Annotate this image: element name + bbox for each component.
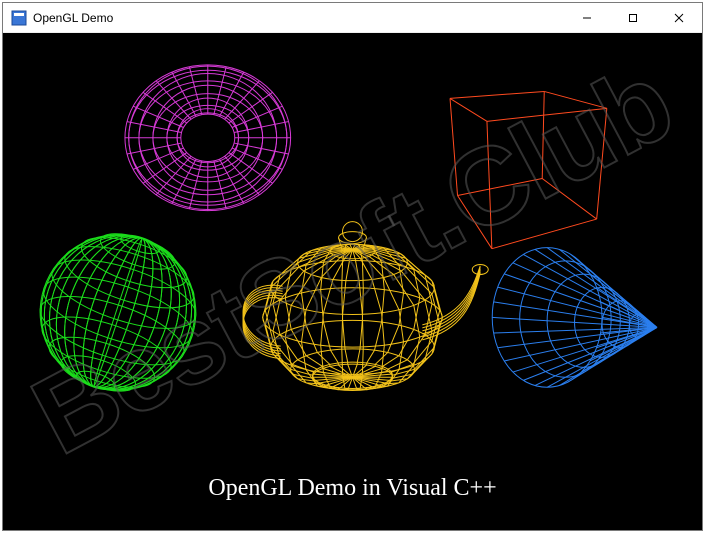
close-button[interactable] <box>656 3 702 32</box>
maximize-button[interactable] <box>610 3 656 32</box>
wire-torus <box>125 65 291 211</box>
app-window: OpenGL Demo Best <box>2 2 703 531</box>
titlebar[interactable]: OpenGL Demo <box>3 3 702 33</box>
wire-teapot <box>243 222 488 391</box>
wire-cone <box>492 248 657 388</box>
opengl-viewport: BestSoft.Club OpenGL Demo in Visual C++ <box>3 33 702 530</box>
scene-canvas <box>3 33 702 530</box>
app-icon <box>11 10 27 26</box>
window-title: OpenGL Demo <box>33 11 113 25</box>
wire-sphere <box>20 214 216 410</box>
wire-cube <box>450 91 607 248</box>
minimize-button[interactable] <box>564 3 610 32</box>
window-controls <box>564 3 702 32</box>
scene-caption: OpenGL Demo in Visual C++ <box>3 475 702 502</box>
